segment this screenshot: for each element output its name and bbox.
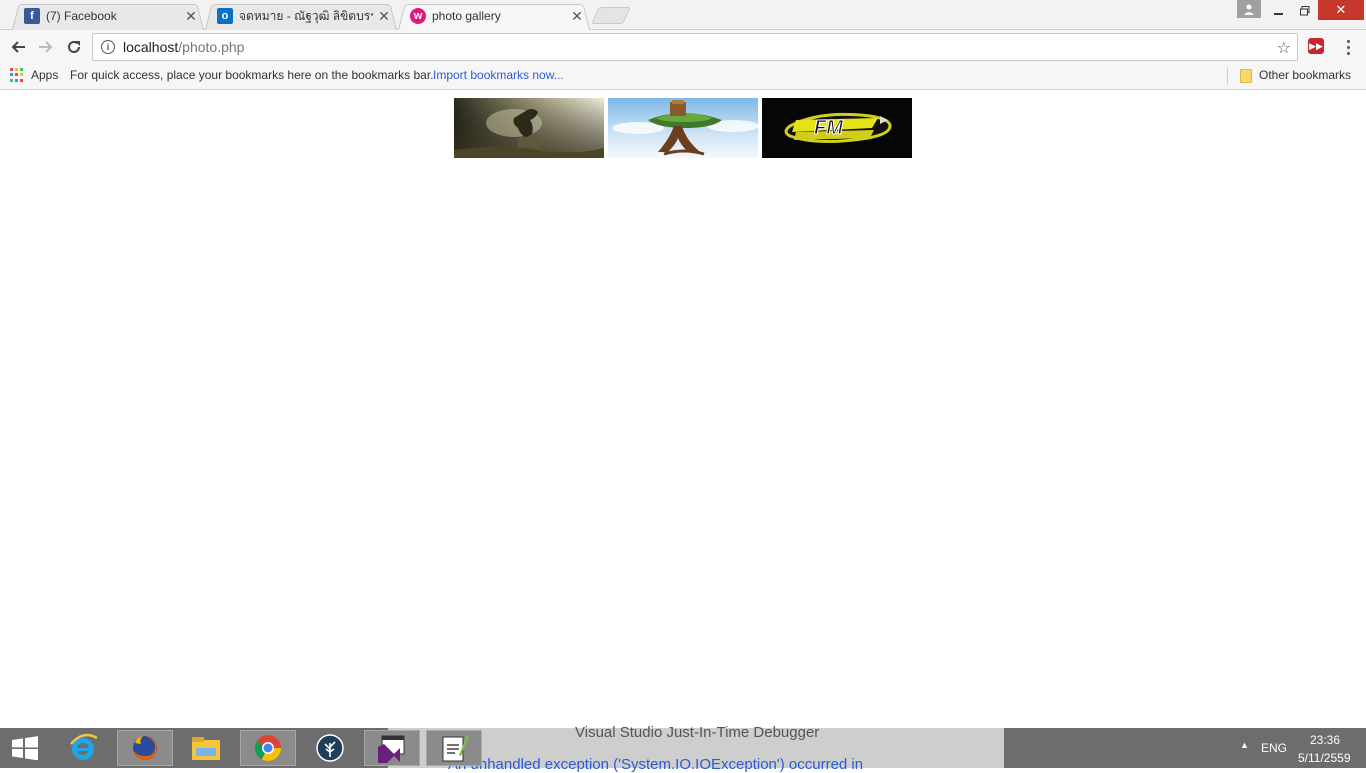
tab-title: จดหมาย - ณัฐวุฒิ ลิขิตบรรณ (239, 8, 373, 23)
start-button[interactable] (10, 736, 40, 760)
reload-button[interactable] (62, 36, 86, 58)
tab-facebook[interactable]: f (7) Facebook ✕ (8, 2, 208, 30)
tab-photo-gallery[interactable]: w photo gallery ✕ (394, 2, 594, 30)
restore-button[interactable] (1292, 0, 1318, 22)
tab-title: (7) Facebook (46, 9, 117, 23)
bookmarks-bar: Apps For quick access, place your bookma… (0, 64, 1366, 90)
forward-arrow-icon (39, 41, 53, 53)
fm-logo-thumbnail[interactable]: FM (762, 98, 912, 158)
photo-gallery: FM (454, 98, 912, 158)
bookmark-star-icon[interactable]: ☆ (1277, 38, 1291, 58)
file-explorer-taskbar[interactable] (178, 730, 234, 766)
notepad-icon (442, 735, 469, 762)
close-icon: ✕ (1335, 2, 1347, 17)
windows-taskbar: Visual Studio Just-In-Time Debugger An u… (0, 724, 1366, 773)
tab-mail[interactable]: o จดหมาย - ณัฐวุฒิ ลิขิตบรรณ ✕ (201, 2, 401, 30)
bookmarks-hint: For quick access, place your bookmarks h… (70, 68, 434, 82)
url-host: localhost (123, 39, 179, 55)
internet-explorer-icon (70, 733, 98, 760)
close-tab-icon[interactable]: ✕ (570, 8, 584, 24)
close-tab-icon[interactable]: ✕ (184, 8, 198, 24)
divider (1227, 67, 1228, 85)
chrome-taskbar[interactable] (240, 730, 296, 766)
folder-icon (192, 737, 220, 760)
tree-app-icon (316, 734, 344, 762)
svg-text:FM: FM (814, 117, 844, 139)
visual-studio-taskbar[interactable] (364, 730, 420, 766)
forward-button[interactable] (34, 36, 58, 58)
person-icon (1244, 4, 1254, 15)
warrior-on-rock-thumbnail[interactable] (454, 98, 604, 158)
close-window-button[interactable]: ✕ (1318, 0, 1364, 20)
apps-link[interactable]: Apps (31, 68, 58, 82)
notepad-plus-taskbar[interactable] (426, 730, 482, 766)
wampserver-icon: w (410, 8, 426, 24)
apps-grid-icon[interactable] (10, 68, 24, 82)
minimize-icon (1274, 13, 1283, 15)
clock-date[interactable]: 5/11/2559 (1298, 751, 1351, 765)
tree-island-thumbnail[interactable] (608, 98, 758, 158)
back-button[interactable] (6, 36, 30, 58)
tab-strip: f (7) Facebook ✕ o จดหมาย - ณัฐวุฒิ ลิขิ… (0, 0, 1366, 30)
outlook-icon: o (217, 8, 233, 24)
facebook-icon: f (24, 8, 40, 24)
tab-title: photo gallery (432, 9, 501, 23)
browser-toolbar: i localhost/photo.php ☆ ▶▶ (0, 30, 1366, 64)
folder-icon (1240, 69, 1252, 83)
url-path: /photo.php (178, 39, 245, 55)
close-tab-icon[interactable]: ✕ (377, 8, 391, 24)
clock-time[interactable]: 23:36 (1310, 733, 1340, 747)
minimize-button[interactable] (1266, 0, 1292, 22)
firefox-icon (133, 736, 157, 760)
restore-icon (1300, 6, 1310, 16)
import-bookmarks-link[interactable]: Import bookmarks now... (433, 68, 564, 82)
app-tree-taskbar[interactable] (302, 730, 358, 766)
extension-icon[interactable]: ▶▶ (1308, 38, 1324, 54)
debugger-title: Visual Studio Just-In-Time Debugger (575, 724, 820, 741)
url-text: localhost/photo.php (123, 39, 244, 55)
language-indicator[interactable]: ENG (1261, 741, 1287, 755)
chrome-menu-button[interactable] (1340, 36, 1356, 58)
other-bookmarks[interactable]: Other bookmarks (1259, 68, 1351, 82)
tray-expand-icon[interactable]: ▲ (1240, 740, 1249, 750)
visual-studio-icon (378, 735, 405, 763)
reload-icon (68, 40, 80, 53)
address-bar[interactable]: i localhost/photo.php ☆ (92, 33, 1298, 61)
chrome-icon (254, 735, 282, 762)
profile-button[interactable] (1237, 0, 1261, 18)
info-icon[interactable]: i (101, 40, 115, 54)
back-arrow-icon (11, 41, 25, 53)
page-content: FM (0, 90, 1366, 728)
internet-explorer-taskbar[interactable] (55, 730, 111, 766)
firefox-taskbar[interactable] (117, 730, 173, 766)
debugger-message: An unhandled exception ('System.IO.IOExc… (448, 756, 864, 773)
